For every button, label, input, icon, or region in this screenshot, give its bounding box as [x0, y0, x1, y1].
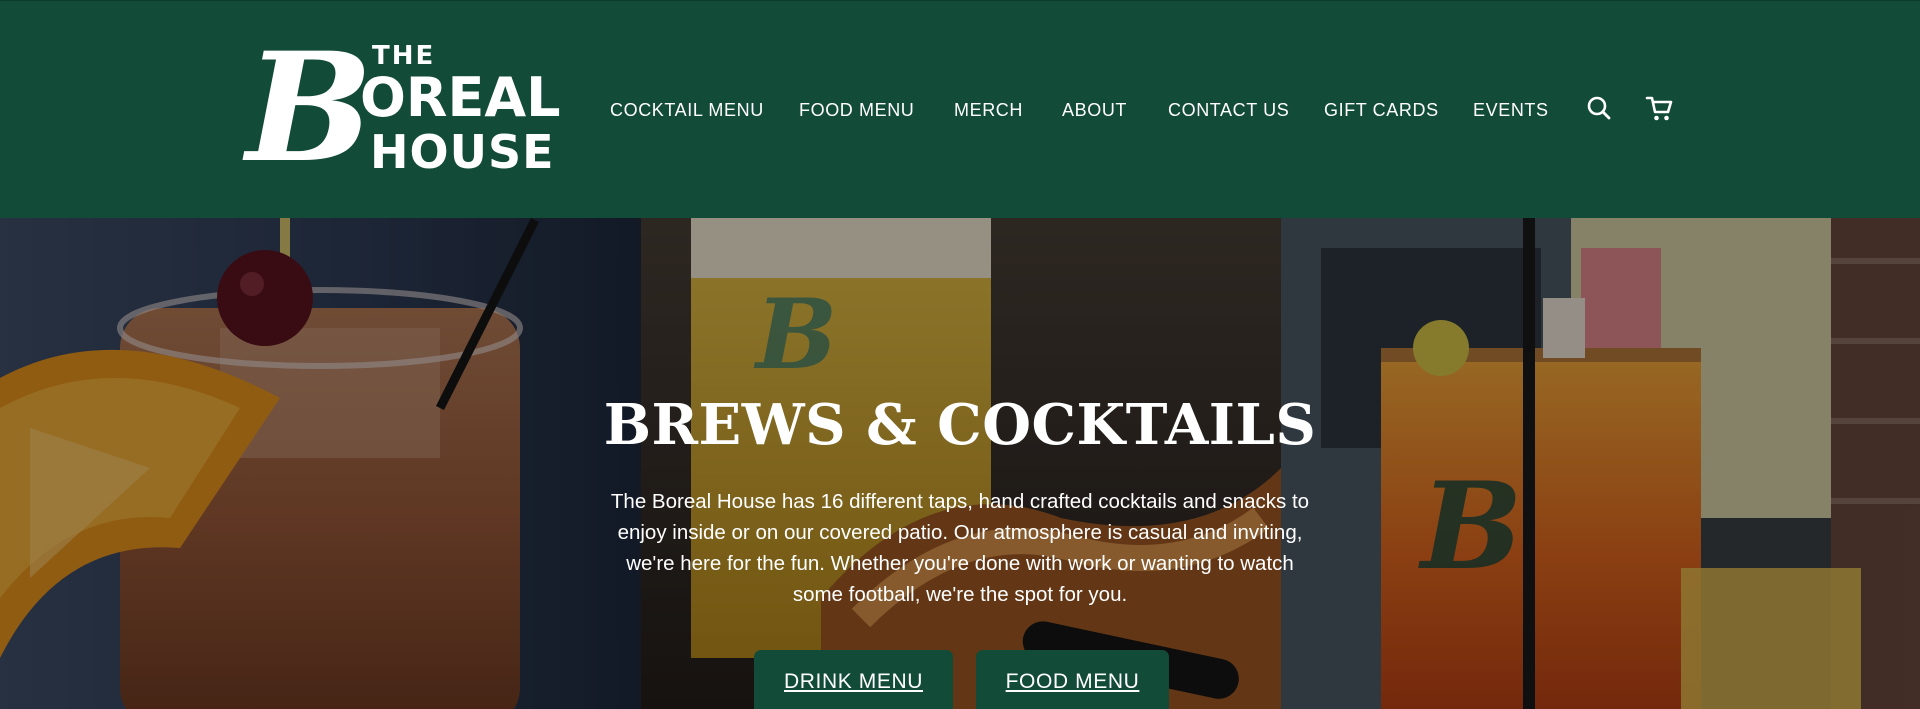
food-menu-button[interactable]: FOOD MENU — [976, 650, 1169, 709]
drink-menu-button[interactable]: DRINK MENU — [754, 650, 953, 709]
nav-gift-cards[interactable]: GIFT CARDS — [1324, 97, 1439, 123]
nav-food-menu[interactable]: FOOD MENU — [799, 97, 914, 123]
hero-description: The Boreal House has 16 different taps, … — [610, 490, 1310, 606]
boreal-house-logo[interactable]: B THE OREAL HOUSE — [246, 33, 561, 183]
logo-house: HOUSE — [370, 125, 555, 179]
logo-oreal: OREAL — [360, 66, 561, 129]
hero-title: BREWS & COCKTAILS — [603, 392, 1317, 458]
nav-cocktail-menu[interactable]: COCKTAIL MENU — [610, 97, 764, 123]
nav-events[interactable]: EVENTS — [1473, 97, 1549, 123]
hero-section: B B BREWS & COCKTAILS The Boreal House h… — [0, 218, 1920, 709]
hero-content: BREWS & COCKTAILS The Boreal House has 1… — [0, 218, 1920, 709]
nav-contact-us[interactable]: CONTACT US — [1168, 97, 1289, 123]
search-icon[interactable] — [1584, 93, 1614, 123]
cart-icon[interactable] — [1644, 93, 1674, 123]
nav-merch[interactable]: MERCH — [954, 97, 1023, 123]
logo-letter-b: B — [246, 20, 373, 196]
nav-about[interactable]: ABOUT — [1062, 97, 1127, 123]
site-header: B THE OREAL HOUSE COCKTAIL MENU FOOD MEN… — [0, 0, 1920, 218]
